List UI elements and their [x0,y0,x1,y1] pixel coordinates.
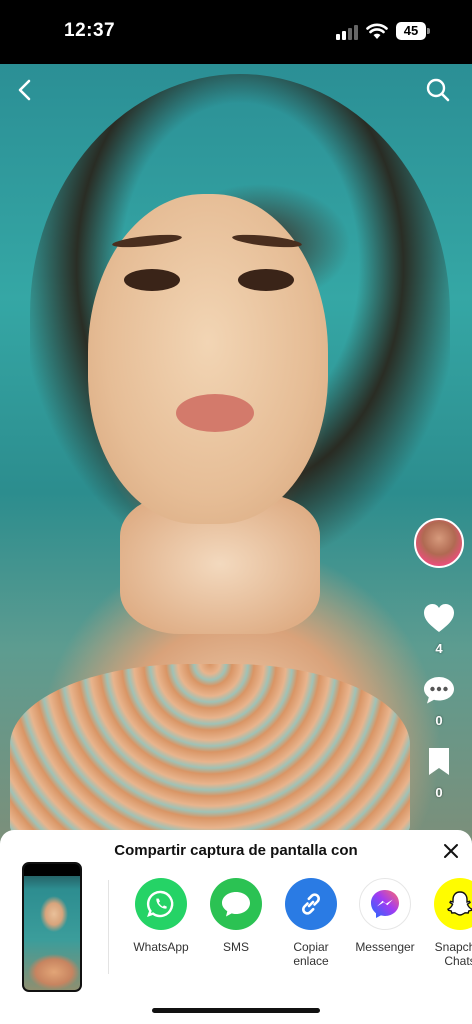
heart-icon [424,604,454,632]
divider [108,880,109,974]
bookmark-icon [429,748,449,775]
link-icon [285,878,337,930]
share-snapchat-label: Snapchat Chats [434,940,472,968]
share-sheet: Compartir captura de pantalla con WhatsA… [0,830,472,1024]
video-frame[interactable] [0,64,472,844]
cellular-signal-icon [336,24,360,40]
copy-link-button[interactable]: Copiar enlace [271,878,351,968]
snapchat-icon [434,878,472,930]
screenshot-thumbnail[interactable] [22,862,82,992]
copy-link-label: Copiar enlace [293,940,329,968]
save-count: 0 [435,785,443,800]
comment-button[interactable]: 0 [418,674,460,728]
share-messenger-button[interactable]: Messenger [345,878,425,954]
like-button[interactable]: 4 [418,602,460,656]
back-arrow-icon[interactable] [12,76,40,104]
messenger-icon [359,878,411,930]
status-bar: 12:37 45 [0,0,472,64]
comment-count: 0 [435,713,443,728]
share-snapchat-button[interactable]: Snapchat Chats [420,878,472,968]
like-count: 4 [435,641,443,656]
status-time: 12:37 [64,20,116,41]
share-messenger-label: Messenger [355,940,415,954]
wifi-icon [366,23,388,39]
share-sms-button[interactable]: SMS [196,878,276,954]
sms-icon [210,878,262,930]
creator-avatar[interactable] [414,518,464,568]
share-sms-label: SMS [222,940,249,954]
share-sheet-title: Compartir captura de pantalla con [114,842,358,859]
whatsapp-icon [135,878,187,930]
battery-icon: 45 [396,22,430,40]
share-whatsapp-label: WhatsApp [133,940,189,954]
comment-icon [424,677,454,704]
search-icon[interactable] [424,76,452,104]
close-icon[interactable] [440,840,462,862]
battery-level: 45 [396,22,426,40]
share-whatsapp-button[interactable]: WhatsApp [121,878,201,954]
save-button[interactable]: 0 [418,746,460,800]
home-indicator[interactable] [152,1008,320,1013]
